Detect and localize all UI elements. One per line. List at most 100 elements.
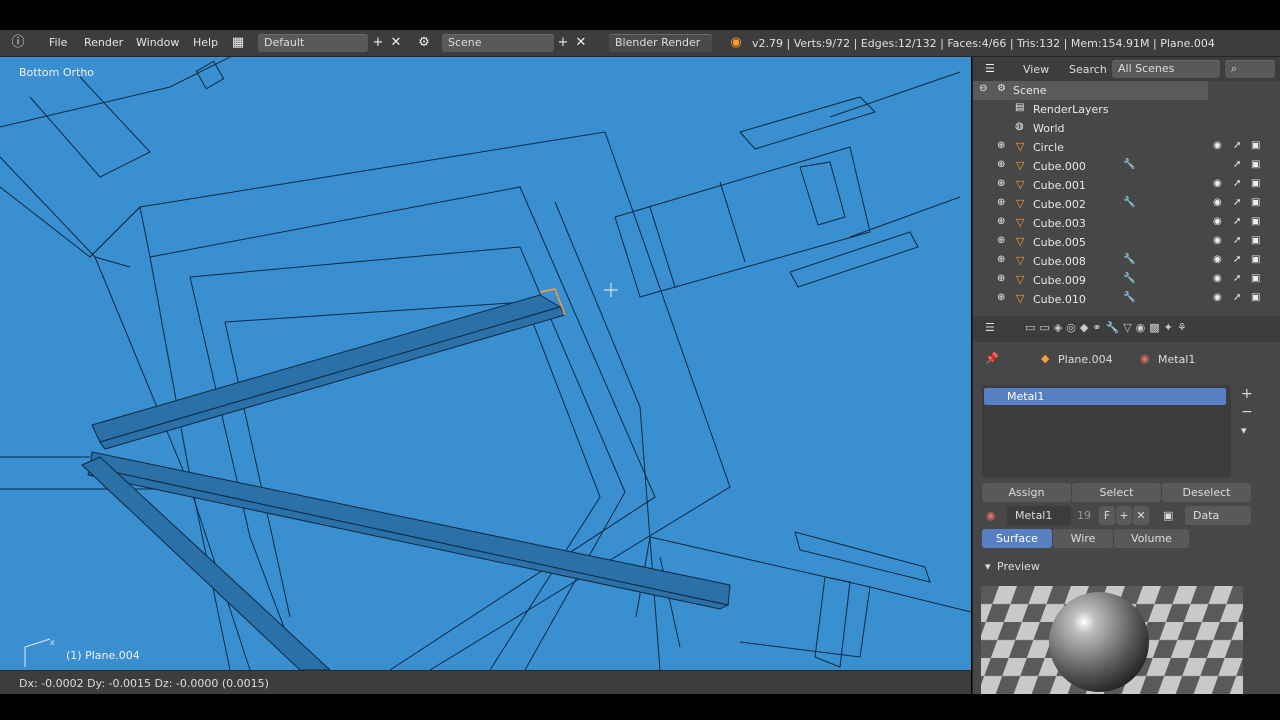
menu-file[interactable]: File [49, 36, 67, 49]
slot-menu-icon[interactable]: ▾ [1241, 424, 1247, 437]
outliner-editor-icon[interactable]: ☰ [985, 62, 995, 75]
properties-tab-bar: ☰ ▭▭◈◎◆⚭🔧▽◉▩✦⚘ [973, 316, 1280, 342]
remove-slot-icon[interactable]: − [1241, 404, 1253, 420]
visibility-icon[interactable]: ◉ [1213, 235, 1222, 246]
expand-icon[interactable]: ⊕ [997, 159, 1005, 170]
select-icon[interactable]: ➚ [1233, 159, 1241, 170]
scene-icon: ⚙ [997, 83, 1006, 94]
scene-icon[interactable]: ⚙ [416, 35, 432, 51]
add-scene-icon[interactable]: + [555, 35, 571, 51]
select-icon[interactable]: ➚ [1233, 235, 1241, 246]
properties-context-icons[interactable]: ▭▭◈◎◆⚭🔧▽◉▩✦⚘ [1025, 321, 1191, 334]
3d-viewport[interactable]: x Bottom Ortho (1) Plane.004 [0, 57, 971, 670]
outliner-item-circle[interactable]: ⊕ ▽ Circle ◉ ➚ ▣ [973, 138, 1280, 157]
add-slot-icon[interactable]: + [1241, 386, 1253, 402]
render-icon[interactable]: ▣ [1251, 197, 1260, 208]
deselect-button[interactable]: Deselect [1162, 483, 1251, 502]
render-engine-dropdown[interactable]: Blender Render [609, 34, 712, 52]
render-icon[interactable]: ▣ [1251, 140, 1260, 151]
visibility-icon[interactable]: ◉ [1213, 178, 1222, 189]
visibility-icon[interactable]: ◉ [1213, 140, 1222, 151]
render-icon[interactable]: ▣ [1251, 254, 1260, 265]
outliner-search-field[interactable]: ⌕ [1225, 60, 1275, 78]
expand-icon[interactable]: ⊕ [997, 292, 1005, 303]
add-layout-icon[interactable]: + [370, 35, 386, 51]
outliner-item-cube-008[interactable]: ⊕ ▽ Cube.008 🔧 ◉ ➚ ▣ [973, 252, 1280, 271]
outliner-item-cube-000[interactable]: ⊕ ▽ Cube.000 🔧 ➚ ▣ [973, 157, 1280, 176]
remove-layout-icon[interactable]: ✕ [388, 35, 404, 51]
outliner-item-world[interactable]: ◍ World [973, 119, 1280, 138]
link-dropdown[interactable]: Data [1185, 506, 1251, 525]
new-material-icon[interactable]: + [1116, 506, 1132, 525]
expand-icon[interactable]: ⊕ [997, 216, 1005, 227]
expand-icon[interactable]: ⊕ [997, 197, 1005, 208]
menu-help[interactable]: Help [193, 36, 218, 49]
menu-window[interactable]: Window [136, 36, 179, 49]
outliner-item-cube-001[interactable]: ⊕ ▽ Cube.001 ◉ ➚ ▣ [973, 176, 1280, 195]
tab-wire[interactable]: Wire [1053, 529, 1113, 548]
pin-icon[interactable]: 📌 [985, 352, 999, 365]
select-icon[interactable]: ➚ [1233, 197, 1241, 208]
render-icon[interactable]: ▣ [1251, 159, 1260, 170]
preview-panel-title[interactable]: Preview [997, 560, 1040, 573]
visibility-icon[interactable]: ◉ [1213, 273, 1222, 284]
select-button[interactable]: Select [1072, 483, 1161, 502]
expand-icon[interactable]: ⊕ [997, 235, 1005, 246]
unlink-material-icon[interactable]: ✕ [1133, 506, 1149, 525]
render-icon[interactable]: ▣ [1251, 216, 1260, 227]
select-icon[interactable]: ➚ [1233, 178, 1241, 189]
select-icon[interactable]: ➚ [1233, 292, 1241, 303]
wrench-icon: 🔧 [1123, 254, 1136, 265]
material-slot-selected[interactable]: Metal1 [984, 388, 1226, 405]
outliner-item-cube-003[interactable]: ⊕ ▽ Cube.003 ◉ ➚ ▣ [973, 214, 1280, 233]
properties-editor-icon[interactable]: ☰ [985, 321, 995, 334]
expand-icon[interactable]: ⊖ [979, 83, 987, 94]
outliner-item-scene[interactable]: ⊖ ⚙ Scene [973, 81, 1208, 100]
render-icon[interactable]: ▣ [1251, 273, 1260, 284]
fake-user-button[interactable]: F [1099, 506, 1115, 525]
material-name-field[interactable]: Metal1 [1007, 506, 1071, 525]
scene-stats: v2.79 | Verts:9/72 | Edges:12/132 | Face… [752, 37, 1215, 50]
material-browse-icon[interactable]: ◉ [986, 509, 996, 522]
expand-icon[interactable]: ⊕ [997, 178, 1005, 189]
visibility-icon[interactable]: ◉ [1213, 197, 1222, 208]
select-icon[interactable]: ➚ [1233, 254, 1241, 265]
expand-icon[interactable]: ⊕ [997, 140, 1005, 151]
render-icon[interactable]: ▣ [1251, 178, 1260, 189]
render-icon[interactable]: ▣ [1251, 292, 1260, 303]
select-icon[interactable]: ➚ [1233, 273, 1241, 284]
render-icon[interactable]: ▣ [1251, 235, 1260, 246]
context-material[interactable]: Metal1 [1158, 353, 1195, 366]
tab-surface[interactable]: Surface [982, 529, 1052, 548]
context-object[interactable]: Plane.004 [1058, 353, 1113, 366]
mesh-icon: ▽ [1016, 197, 1025, 210]
outliner-view-menu[interactable]: View [1023, 63, 1049, 76]
screen-layout-field[interactable]: Default [258, 34, 368, 52]
world-icon: ◍ [1015, 121, 1024, 132]
material-slot-list[interactable]: Metal1 [982, 385, 1231, 477]
visibility-icon[interactable]: ◉ [1213, 254, 1222, 265]
outliner-search-menu[interactable]: Search [1069, 63, 1107, 76]
outliner-item-cube-002[interactable]: ⊕ ▽ Cube.002 🔧 ◉ ➚ ▣ [973, 195, 1280, 214]
wrench-icon: 🔧 [1123, 197, 1136, 208]
outliner-item-cube-010[interactable]: ⊕ ▽ Cube.010 🔧 ◉ ➚ ▣ [973, 290, 1280, 309]
remove-scene-icon[interactable]: ✕ [573, 35, 589, 51]
assign-button[interactable]: Assign [982, 483, 1071, 502]
outliner-item-cube-005[interactable]: ⊕ ▽ Cube.005 ◉ ➚ ▣ [973, 233, 1280, 252]
expand-icon[interactable]: ⊕ [997, 254, 1005, 265]
scene-field[interactable]: Scene [442, 34, 554, 52]
expand-icon[interactable]: ⊕ [997, 273, 1005, 284]
menu-render[interactable]: Render [84, 36, 123, 49]
select-icon[interactable]: ➚ [1233, 140, 1241, 151]
layout-grid-icon[interactable]: ▦ [230, 35, 246, 51]
outliner-filter-dropdown[interactable]: All Scenes [1112, 60, 1220, 78]
select-icon[interactable]: ➚ [1233, 216, 1241, 227]
visibility-icon[interactable]: ◉ [1213, 292, 1222, 303]
info-icon[interactable]: ⓘ [10, 35, 26, 51]
material-preview [981, 586, 1243, 694]
visibility-icon[interactable]: ◉ [1213, 216, 1222, 227]
outliner-item-cube-009[interactable]: ⊕ ▽ Cube.009 🔧 ◉ ➚ ▣ [973, 271, 1280, 290]
outliner-item-renderlayers[interactable]: ▤ RenderLayers [973, 100, 1280, 119]
tab-volume[interactable]: Volume [1114, 529, 1189, 548]
collapse-preview-icon[interactable]: ▾ [985, 560, 991, 573]
